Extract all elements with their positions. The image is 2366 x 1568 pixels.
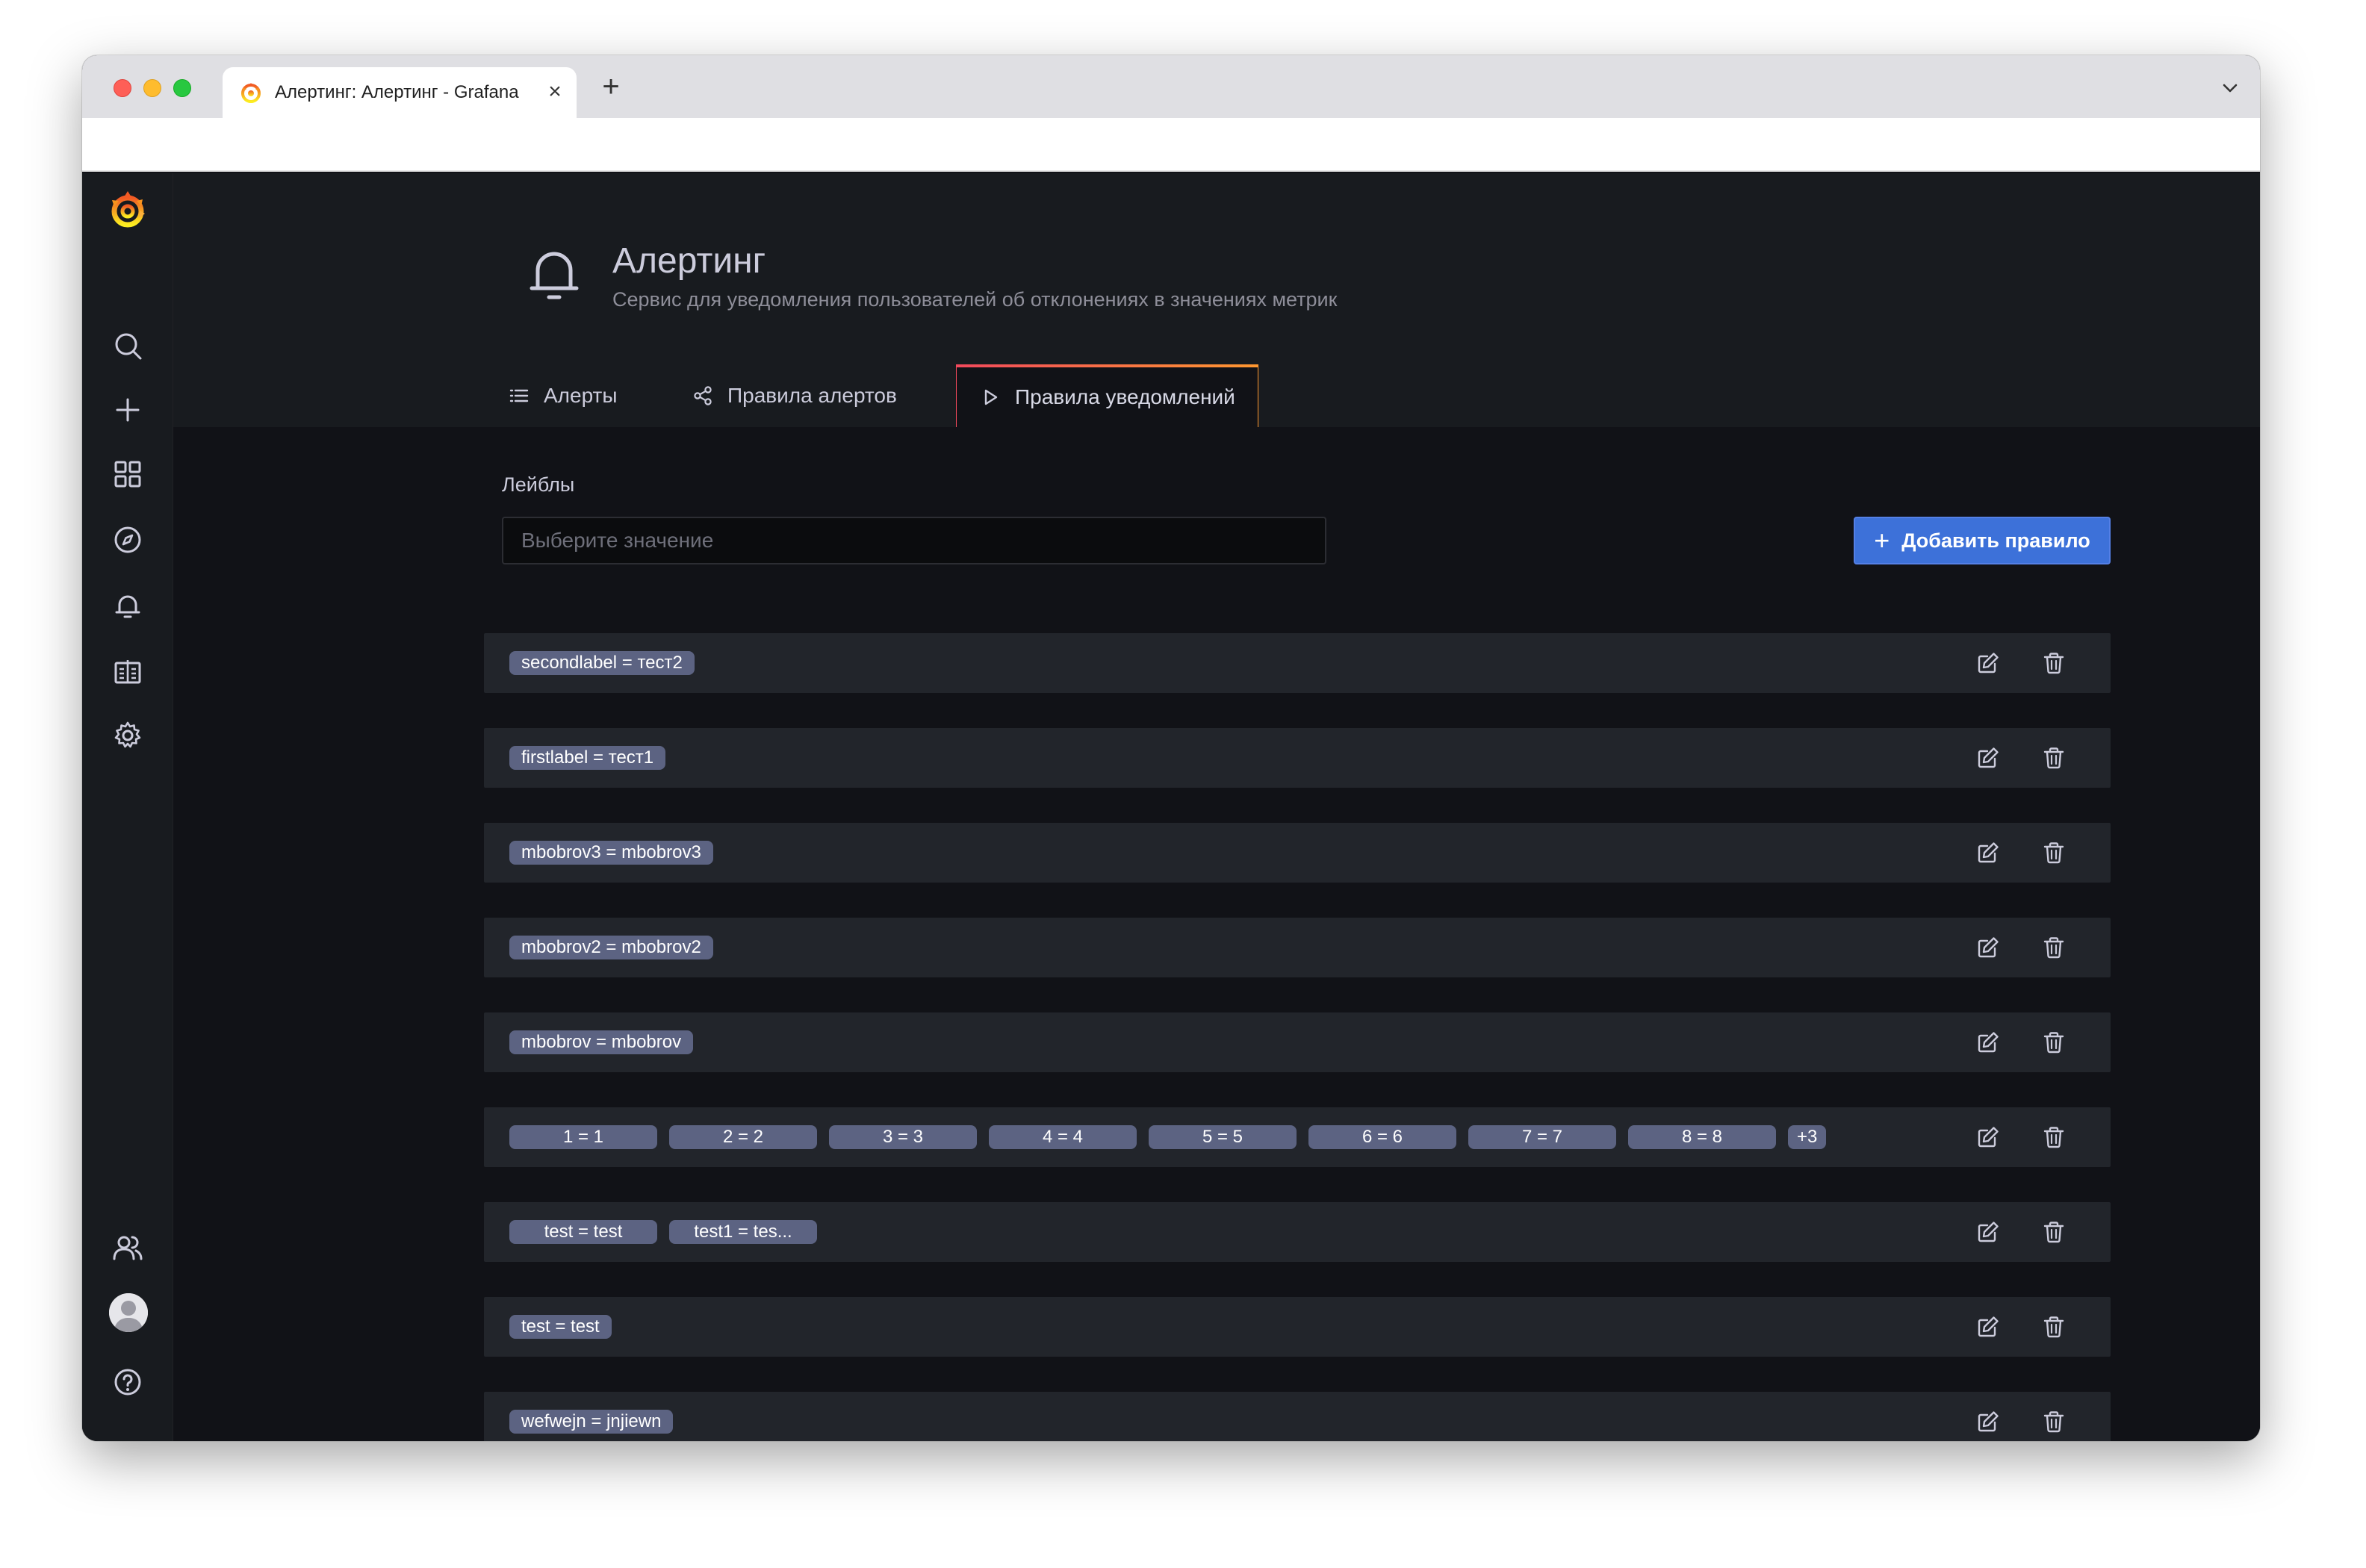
- minimize-window-button[interactable]: [143, 79, 161, 97]
- label-chip: test1 = tes...: [669, 1220, 817, 1244]
- rule-labels: test = test: [509, 1315, 612, 1339]
- tab-alert-rules[interactable]: Правила алертов: [692, 364, 897, 427]
- avatar[interactable]: [109, 1293, 148, 1332]
- edit-icon[interactable]: [1973, 1312, 2003, 1342]
- trash-icon[interactable]: [2039, 1122, 2069, 1152]
- explore-icon[interactable]: [111, 523, 145, 557]
- rule-labels: mbobrov2 = mbobrov2: [509, 936, 713, 959]
- alerting-icon[interactable]: [111, 588, 145, 623]
- trash-icon[interactable]: [2039, 648, 2069, 678]
- browser-tab-active[interactable]: Алертинг: Алертинг - Grafana ×: [223, 67, 577, 118]
- reports-icon[interactable]: [111, 654, 145, 688]
- trash-icon[interactable]: [2039, 743, 2069, 773]
- close-tab-icon[interactable]: ×: [544, 79, 566, 105]
- help-icon[interactable]: [111, 1365, 145, 1399]
- tab-notification-rules[interactable]: Правила уведомлений: [956, 364, 1258, 427]
- label-chip: test = test: [509, 1220, 657, 1244]
- label-chip: mbobrov2 = mbobrov2: [509, 936, 713, 959]
- trash-icon[interactable]: [2039, 1407, 2069, 1437]
- plus-icon[interactable]: [111, 393, 145, 427]
- search-icon[interactable]: [111, 329, 145, 363]
- rule-labels: mbobrov3 = mbobrov3: [509, 841, 713, 865]
- browser-window: Алертинг: Алертинг - Grafana × + Алертин…: [82, 55, 2260, 1441]
- trash-icon[interactable]: [2039, 933, 2069, 962]
- edit-icon[interactable]: [1973, 933, 2003, 962]
- settings-icon[interactable]: [111, 718, 145, 753]
- rule-row: wefwejn = jnjiewn: [484, 1392, 2111, 1441]
- grafana-favicon-icon: [239, 81, 263, 105]
- edit-icon[interactable]: [1973, 743, 2003, 773]
- rule-row: mbobrov3 = mbobrov3: [484, 823, 2111, 883]
- labels-filter-input[interactable]: [502, 517, 1326, 564]
- trash-icon[interactable]: [2039, 1217, 2069, 1247]
- rule-labels: mbobrov = mbobrov: [509, 1030, 694, 1054]
- share-nodes-icon: [694, 386, 712, 405]
- notification-rules-content: Лейблы + Добавить правило secondlabel = …: [173, 427, 2260, 1441]
- label-chip: 2 = 2: [669, 1125, 817, 1149]
- rule-row: firstlabel = тест1: [484, 728, 2111, 788]
- browser-tabbar: Алертинг: Алертинг - Grafana × +: [82, 55, 2260, 118]
- edit-icon[interactable]: [1973, 1122, 2003, 1152]
- label-chip: wefwejn = jnjiewn: [509, 1410, 674, 1434]
- label-chip: 6 = 6: [1308, 1125, 1456, 1149]
- side-menu: [82, 173, 173, 1441]
- list-icon: [509, 389, 529, 402]
- label-chip: 3 = 3: [829, 1125, 977, 1149]
- plus-icon: +: [1874, 525, 1890, 556]
- page-header: Алертинг Сервис для уведомления пользова…: [173, 173, 2260, 427]
- label-chip: mbobrov = mbobrov: [509, 1030, 694, 1054]
- trash-icon[interactable]: [2039, 1312, 2069, 1342]
- rule-row: 1 = 1 2 = 2 3 = 3 4 = 4 5 = 5 6 = 6 7 = 7 8 = 8…: [484, 1107, 2111, 1167]
- rule-labels: secondlabel = тест2: [509, 651, 695, 675]
- rule-labels: wefwejn = jnjiewn: [509, 1410, 674, 1434]
- rule-labels: 1 = 1 2 = 2 3 = 3 4 = 4 5 = 5 6 = 6 7 = 7 8 = 8…: [509, 1125, 1827, 1149]
- tab-alert-rules-label: Правила алертов: [727, 384, 897, 407]
- label-chip: 8 = 8: [1628, 1125, 1776, 1149]
- trash-icon[interactable]: [2039, 838, 2069, 868]
- browser-toolbar: [82, 118, 2260, 172]
- label-chip: 7 = 7: [1468, 1125, 1616, 1149]
- rule-row: mbobrov = mbobrov: [484, 1012, 2111, 1072]
- browser-tab-title: Алертинг: Алертинг - Grafana: [275, 82, 519, 102]
- chevron-down-icon[interactable]: [2215, 73, 2245, 103]
- users-icon[interactable]: [111, 1231, 145, 1265]
- label-chip: 1 = 1: [509, 1125, 657, 1149]
- label-chip: secondlabel = тест2: [509, 651, 695, 675]
- page-title: Алертинг: [612, 241, 766, 281]
- label-chip: 5 = 5: [1149, 1125, 1297, 1149]
- label-chip: mbobrov3 = mbobrov3: [509, 841, 713, 865]
- edit-icon[interactable]: [1973, 838, 2003, 868]
- label-chip: test = test: [509, 1315, 612, 1339]
- new-tab-icon[interactable]: +: [596, 70, 626, 103]
- grafana-logo-icon[interactable]: [106, 188, 149, 231]
- rule-labels: firstlabel = тест1: [509, 746, 666, 770]
- edit-icon[interactable]: [1973, 1407, 2003, 1437]
- add-rule-button-label: Добавить правило: [1901, 529, 2090, 552]
- dashboards-icon[interactable]: [111, 457, 145, 491]
- rule-row: test = test test1 = tes...: [484, 1202, 2111, 1262]
- rule-row: test = test: [484, 1297, 2111, 1357]
- tab-alerts[interactable]: Алерты: [508, 364, 618, 427]
- edit-icon[interactable]: [1973, 648, 2003, 678]
- page-subtitle: Сервис для уведомления пользователей об …: [612, 288, 1338, 311]
- tab-alerts-label: Алерты: [544, 384, 618, 407]
- tab-notification-rules-label: Правила уведомлений: [1015, 385, 1235, 408]
- trash-icon[interactable]: [2039, 1027, 2069, 1057]
- bell-icon: [524, 242, 584, 305]
- edit-icon[interactable]: [1973, 1217, 2003, 1247]
- add-rule-button[interactable]: + Добавить правило: [1854, 517, 2111, 564]
- labels-filter-label: Лейблы: [502, 473, 575, 496]
- label-chip: 4 = 4: [989, 1125, 1137, 1149]
- play-icon: [984, 389, 998, 405]
- maximize-window-button[interactable]: [173, 79, 191, 97]
- rule-labels: test = test test1 = tes...: [509, 1220, 817, 1244]
- edit-icon[interactable]: [1973, 1027, 2003, 1057]
- more-labels-chip[interactable]: +3: [1788, 1125, 1827, 1149]
- close-window-button[interactable]: [114, 79, 131, 97]
- rule-row: mbobrov2 = mbobrov2: [484, 918, 2111, 977]
- label-chip: firstlabel = тест1: [509, 746, 666, 770]
- rule-row: secondlabel = тест2: [484, 633, 2111, 693]
- grafana-app: Алертинг Сервис для уведомления пользова…: [82, 173, 2260, 1441]
